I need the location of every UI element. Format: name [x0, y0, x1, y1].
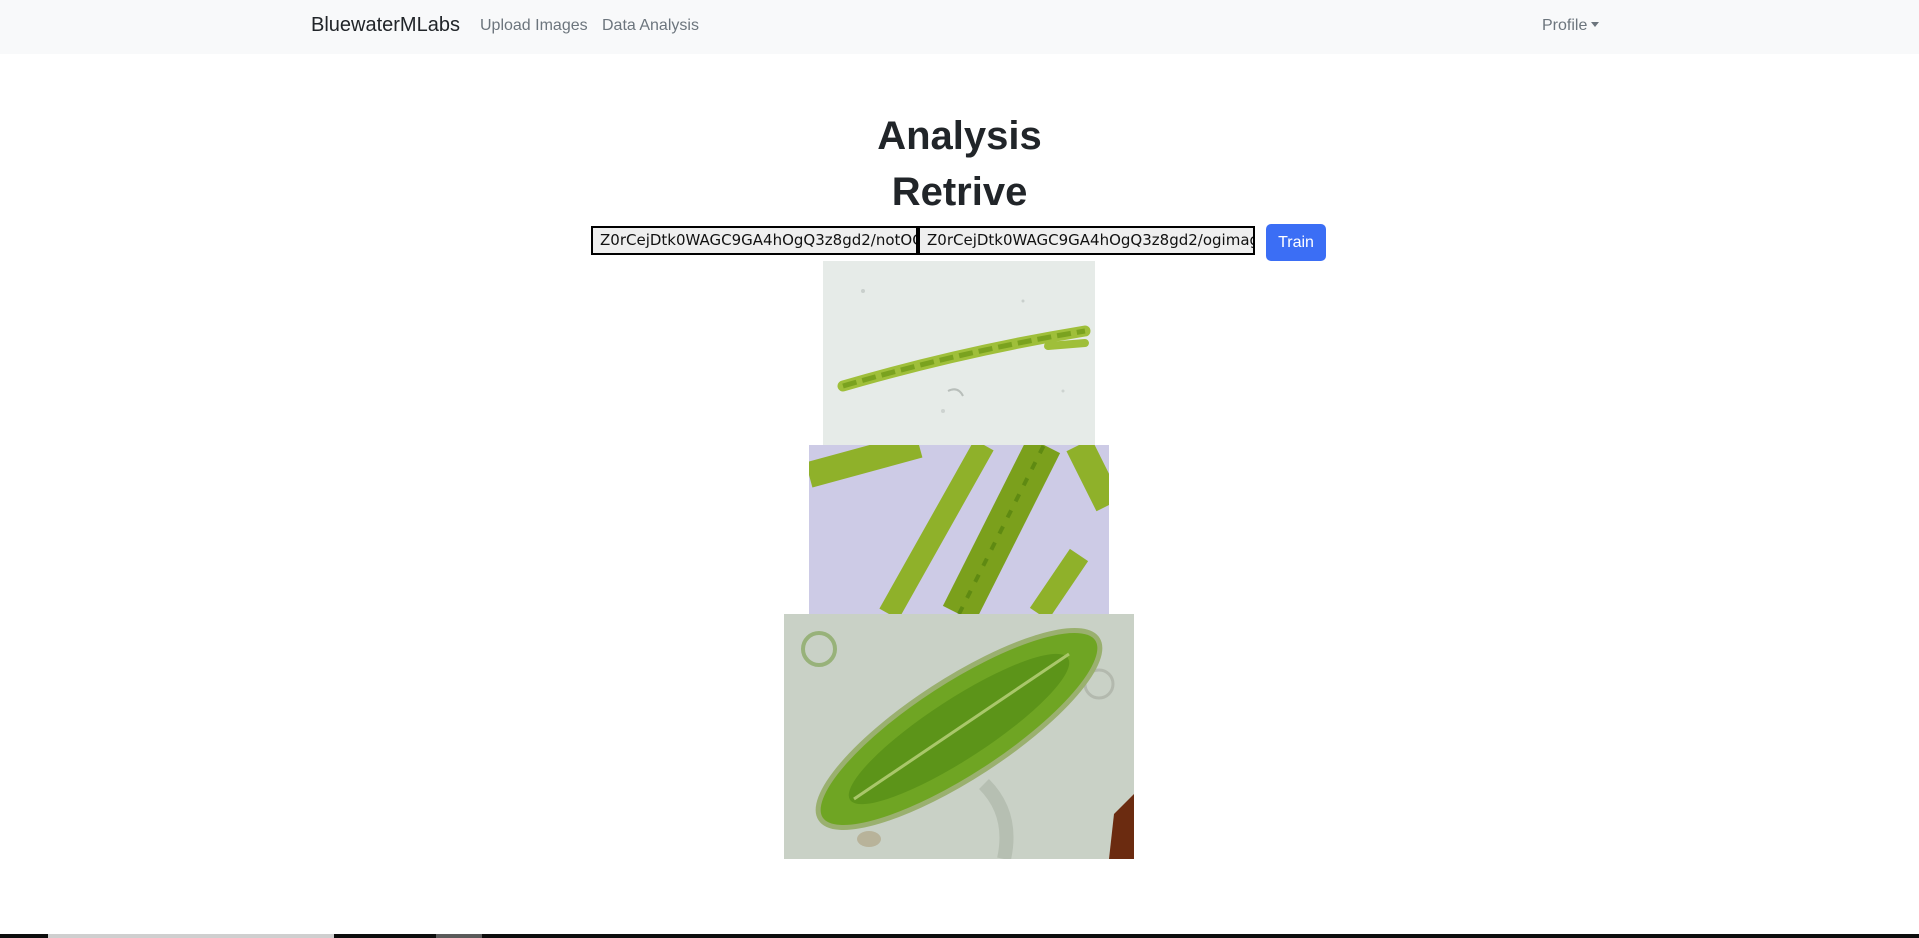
brand-link[interactable]: BluewaterMLabs: [311, 14, 460, 37]
diatom-cell-image: [784, 614, 1134, 859]
nav-upload-images[interactable]: Upload Images: [480, 17, 588, 35]
train-button[interactable]: Train: [1266, 224, 1326, 261]
green-filament-closeup-image: [809, 445, 1109, 614]
taskbar-segment: [48, 934, 334, 938]
page-title: Analysis: [877, 114, 1042, 158]
taskbar-segment: [436, 934, 482, 938]
target-path-input[interactable]: Z0rCejDtk0WAGC9GA4hOgQ3z8gd2/ogimages: [918, 226, 1255, 255]
section-title: Retrive: [891, 170, 1028, 214]
green-filament-algae-image: [823, 261, 1095, 445]
algae-image-2: [809, 445, 1109, 614]
algae-image-3: [784, 614, 1134, 859]
algae-image-1: [823, 261, 1095, 445]
nav-data-analysis[interactable]: Data Analysis: [602, 17, 699, 35]
caret-down-icon: [1591, 22, 1600, 27]
top-navbar: BluewaterMLabs Upload Images Data Analys…: [0, 0, 1919, 54]
taskbar-strip: [0, 934, 1919, 938]
profile-dropdown[interactable]: Profile: [1542, 17, 1600, 35]
source-path-input[interactable]: Z0rCejDtk0WAGC9GA4hOgQ3z8gd2/notOG: [591, 226, 918, 255]
profile-label: Profile: [1542, 17, 1588, 34]
